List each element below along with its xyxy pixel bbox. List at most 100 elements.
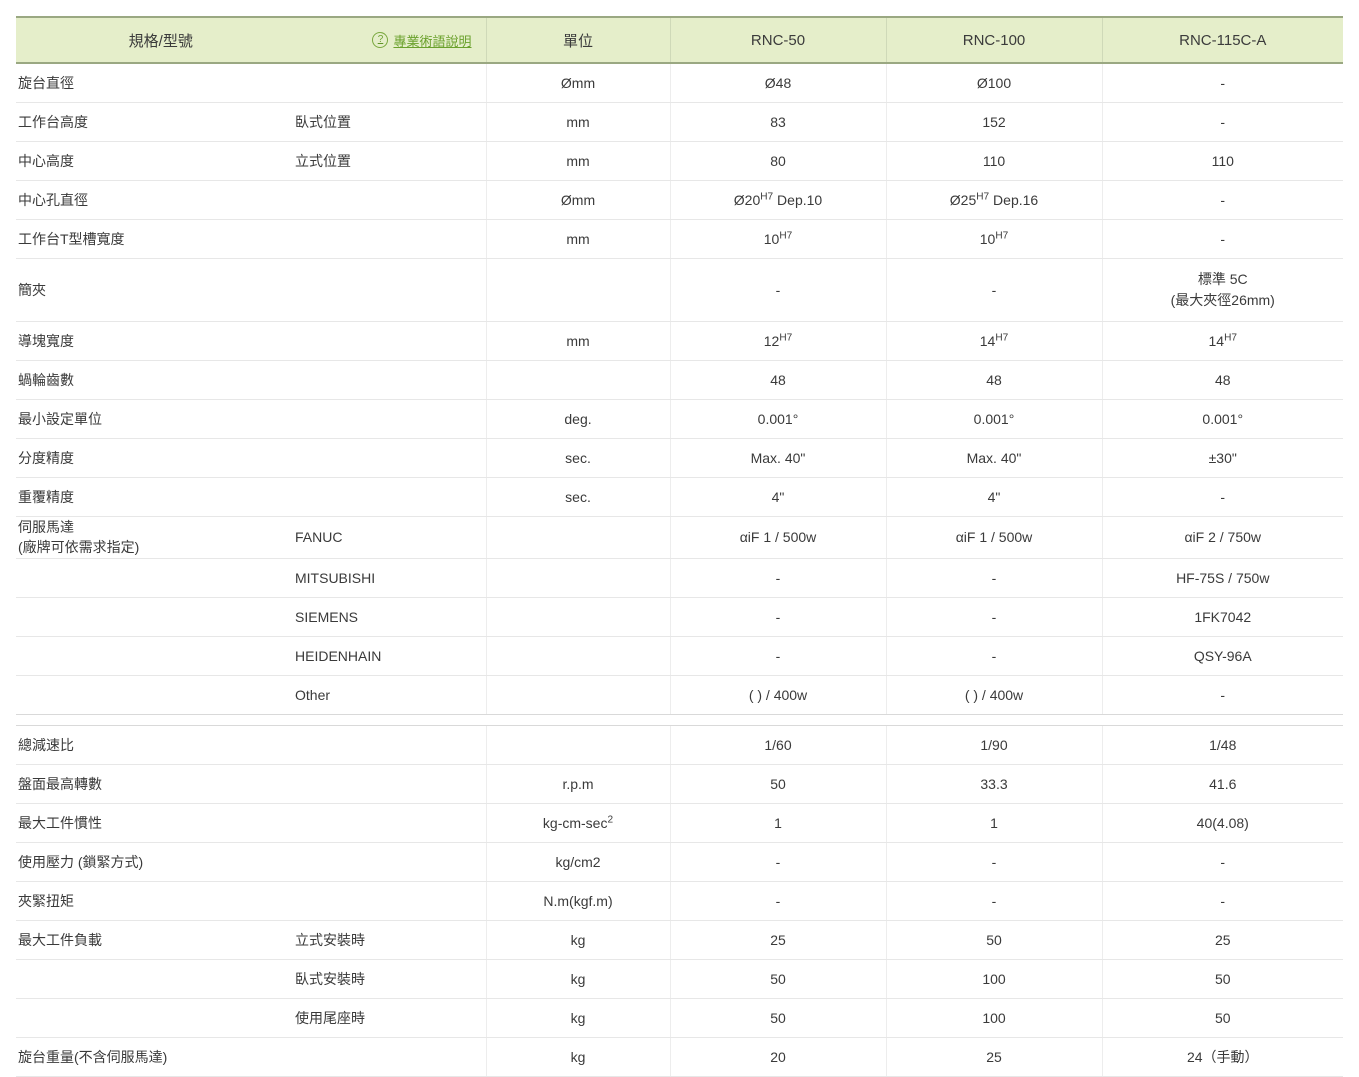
row-unit: kg [485, 920, 670, 960]
cell-value: 0.001° [1101, 399, 1343, 439]
table-row: 工作台高度 臥式位置 mm 83 152- [16, 102, 1343, 142]
row-sublabel [285, 803, 486, 843]
row-unit: Ømm [485, 180, 670, 220]
header-unit: 單位 [485, 16, 670, 64]
cell-value: 48 [885, 360, 1102, 400]
cell-value: 4" [669, 477, 886, 517]
cell-value: ( ) / 400w [885, 675, 1102, 715]
cell-value: - [669, 597, 886, 637]
row-label [16, 636, 285, 676]
row-sublabel [285, 724, 486, 765]
cell-value: - [1101, 881, 1343, 921]
row-unit: kg [485, 959, 670, 999]
row-unit: mm [485, 219, 670, 259]
table-row: 分度精度 sec. Max. 40" Max. 40" ±30" [16, 438, 1343, 478]
cell-value: 12H7 [669, 321, 886, 361]
table-row: 旋台重量(不含伺服馬達) kg 20 25 24（手動） [16, 1037, 1343, 1077]
header-model-rnc-115c-a: RNC-115C-A [1101, 16, 1343, 64]
row-label: 簡夾 [16, 258, 285, 322]
cell-value: 50 [669, 959, 886, 999]
cell-value: Ø20H7 Dep.10 [669, 180, 886, 220]
row-label: 盤面最高轉數 [16, 764, 285, 804]
cell-value-line: (最大夾徑26mm) [1170, 292, 1275, 308]
cell-value: 25 [669, 920, 886, 960]
specification-table-container: 規格/型號 ? 專業術語說明 單位 RNC-50 RNC-100 RNC-115… [0, 0, 1359, 1077]
cell-value: 80 [669, 141, 886, 181]
table-row: 總減速比 1/60 1/90 1/48 [16, 724, 1343, 765]
cell-value: 50 [885, 920, 1102, 960]
row-unit [485, 516, 670, 559]
row-sublabel [285, 219, 486, 259]
spec-table-lower: 總減速比 1/60 1/90 1/48 盤面最高轉數 r.p.m 50 33.3 41.6 最大工… [16, 724, 1343, 1077]
row-sublabel [285, 180, 486, 220]
row-label: 中心高度 [16, 141, 285, 181]
row-unit: kg [485, 1037, 670, 1077]
row-sublabel: 使用尾座時 [285, 998, 486, 1038]
cell-value: 50 [1101, 998, 1343, 1038]
table-row: 臥式安裝時 kg 50 100 50 [16, 959, 1343, 999]
table-row: 簡夾 - - 標準 5C (最大夾徑26mm) [16, 258, 1343, 322]
row-sublabel: 臥式位置 [285, 102, 486, 142]
cell-value: 0.001° [885, 399, 1102, 439]
table-row: 導塊寬度 mm 12H7 14H7 14H7 [16, 321, 1343, 361]
table-body-lower: 總減速比 1/60 1/90 1/48 盤面最高轉數 r.p.m 50 33.3 41.6 最大工… [16, 724, 1343, 1077]
cell-value: 50 [669, 764, 886, 804]
row-label: 旋台直徑 [16, 63, 285, 103]
cell-value: 14H7 [885, 321, 1102, 361]
row-sublabel: Other [285, 675, 486, 715]
cell-value: 4" [885, 477, 1102, 517]
terminology-link[interactable]: ? 專業術語說明 [372, 31, 472, 50]
cell-value: - [885, 842, 1102, 882]
row-label: 夾緊扭矩 [16, 881, 285, 921]
cell-value: - [885, 558, 1102, 598]
table-row: 使用尾座時 kg 50 100 50 [16, 998, 1343, 1038]
row-sublabel: 立式安裝時 [285, 920, 486, 960]
row-unit: mm [485, 321, 670, 361]
cell-value: - [669, 258, 886, 322]
row-label: 伺服馬達 (廠牌可依需求指定) [16, 516, 285, 559]
row-label: 工作台T型槽寬度 [16, 219, 285, 259]
row-unit: kg/cm2 [485, 842, 670, 882]
cell-value: - [885, 258, 1102, 322]
row-sublabel: FANUC [285, 516, 486, 559]
row-label: 使用壓力 (鎖緊方式) [16, 842, 285, 882]
table-row: MITSUBISHI - - HF-75S / 750w [16, 558, 1343, 598]
row-sublabel: MITSUBISHI [285, 558, 486, 598]
cell-value: 10H7 [885, 219, 1102, 259]
row-unit [485, 258, 670, 322]
cell-value: 41.6 [1101, 764, 1343, 804]
cell-value: 0.001° [669, 399, 886, 439]
cell-value: QSY-96A [1101, 636, 1343, 676]
cell-value: - [885, 597, 1102, 637]
row-unit [485, 675, 670, 715]
cell-value: 48 [669, 360, 886, 400]
cell-value: 25 [885, 1037, 1102, 1077]
row-label [16, 959, 285, 999]
cell-value: - [885, 636, 1102, 676]
row-label: 旋台重量(不含伺服馬達) [16, 1037, 285, 1077]
cell-value: 25 [1101, 920, 1343, 960]
table-row: 工作台T型槽寬度 mm 10H7 10H7- [16, 219, 1343, 259]
row-label-note: (廠牌可依需求指定) [18, 539, 140, 556]
row-sublabel: 臥式安裝時 [285, 959, 486, 999]
cell-value: 20 [669, 1037, 886, 1077]
cell-value: - [1101, 477, 1343, 517]
cell-value: 1/90 [885, 724, 1102, 765]
row-unit: Ømm [485, 63, 670, 103]
table-row: HEIDENHAIN - - QSY-96A [16, 636, 1343, 676]
cell-value: - [1101, 63, 1343, 103]
row-unit: N.m(kgf.m) [485, 881, 670, 921]
table-row: 伺服馬達 (廠牌可依需求指定) FANUC αiF 1 / 500w αiF 1 / 5… [16, 516, 1343, 559]
table-row: Other( ) / 400w( ) / 400w - [16, 675, 1343, 715]
cell-value: - [1101, 675, 1343, 715]
row-unit [485, 724, 670, 765]
table-row: 盤面最高轉數 r.p.m 50 33.3 41.6 [16, 764, 1343, 804]
table-row: SIEMENS - -1FK7042 [16, 597, 1343, 637]
row-sublabel [285, 360, 486, 400]
cell-value: - [669, 881, 886, 921]
table-row: 旋台直徑 Ømm Ø48 Ø100- [16, 63, 1343, 103]
row-sublabel [285, 258, 486, 322]
cell-value: 1/60 [669, 724, 886, 765]
row-sublabel [285, 1037, 486, 1077]
row-sublabel [285, 477, 486, 517]
